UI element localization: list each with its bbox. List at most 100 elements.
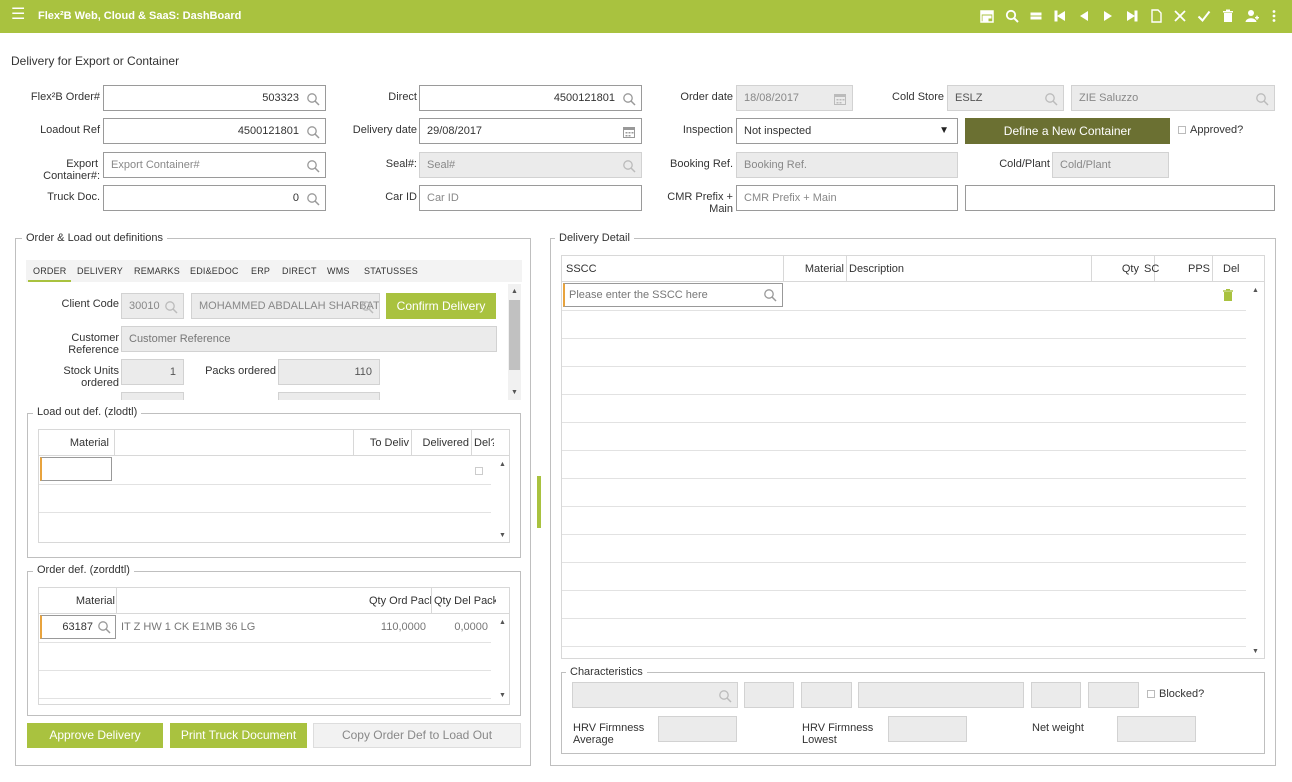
copy-order-def-button[interactable]: Copy Order Def to Load Out — [313, 723, 521, 748]
client-code-value: 30010 — [129, 300, 160, 312]
search-icon[interactable] — [763, 288, 777, 302]
characteristic-field-6 — [1088, 682, 1139, 708]
car-placeholder: Car ID — [427, 192, 459, 204]
stock-units-delivered-field — [121, 392, 184, 400]
tab-order[interactable]: ORDER — [33, 266, 67, 276]
dropdown-arrow-icon[interactable]: ▼ — [939, 119, 949, 143]
tab-erp[interactable]: ERP — [251, 266, 270, 276]
last-icon[interactable] — [1124, 9, 1140, 25]
define-container-button[interactable]: Define a New Container — [965, 118, 1170, 144]
next-icon[interactable] — [1100, 9, 1116, 25]
scroll-down-icon[interactable]: ▼ — [499, 532, 506, 539]
confirm-delivery-button[interactable]: Confirm Delivery — [386, 293, 496, 319]
cold-store-name: ZIE Saluzzo — [1079, 92, 1139, 104]
col-qty-ord-pack[interactable]: Qty Ord Pack — [369, 595, 431, 607]
order-field[interactable]: 503323 — [103, 85, 326, 111]
search-icon[interactable] — [306, 91, 320, 106]
check-icon[interactable] — [1196, 9, 1212, 25]
export-container-input[interactable]: Export Container# — [103, 152, 326, 178]
hrv-average-label-line1: HRV Firmness — [573, 722, 645, 734]
direct-label: Direct — [388, 91, 417, 103]
direct-field[interactable]: 4500121801 — [419, 85, 642, 111]
sscc-input[interactable]: Please enter the SSCC here — [563, 283, 783, 307]
scroll-up-icon[interactable]: ▲ — [499, 461, 506, 468]
active-tab-indicator — [28, 280, 71, 282]
prev-icon[interactable] — [1076, 9, 1092, 25]
col-qty-del-pack[interactable]: Qty Del Pack — [434, 595, 496, 607]
characteristic-field-1 — [572, 682, 738, 708]
stock-units-value: 1 — [169, 366, 176, 378]
order-material-input[interactable]: 63187 — [40, 615, 116, 639]
order-material-value: 63187 — [62, 621, 93, 633]
search-icon[interactable] — [306, 191, 320, 206]
hamburger-menu-icon[interactable]: ☰ — [11, 7, 25, 23]
search-icon[interactable] — [306, 158, 320, 173]
stock-units-label-line1: Stock Units — [63, 365, 119, 377]
cold-store-name-field: ZIE Saluzzo — [1071, 85, 1275, 111]
tab-delivery[interactable]: DELIVERY — [77, 266, 123, 276]
scroll-up-icon[interactable]: ▲ — [1252, 287, 1259, 294]
search-icon[interactable] — [1004, 9, 1020, 25]
calendar-icon[interactable] — [622, 124, 636, 138]
col-material[interactable]: Material — [43, 595, 115, 607]
tab-statusses[interactable]: STATUSSES — [364, 266, 418, 276]
scroll-down-icon[interactable]: ▼ — [1252, 648, 1259, 655]
col-sscc[interactable]: SSCC — [566, 263, 597, 275]
col-to-deliv[interactable]: To Deliv — [355, 437, 409, 449]
scroll-up-icon[interactable]: ▲ — [499, 619, 506, 626]
print-truck-document-button[interactable]: Print Truck Document — [170, 723, 307, 748]
scroll-down-icon[interactable]: ▼ — [511, 389, 518, 396]
more-icon[interactable] — [1266, 9, 1282, 25]
del-checkbox[interactable] — [475, 467, 483, 475]
tab-direct[interactable]: DIRECT — [282, 266, 317, 276]
tab-edi-edoc[interactable]: EDI&EDOC — [190, 266, 239, 276]
tab-remarks[interactable]: REMARKS — [134, 266, 180, 276]
tab-scrollbar-thumb[interactable] — [509, 300, 520, 370]
packs-ordered-value: 110 — [354, 366, 372, 378]
col-material[interactable]: Material — [43, 437, 109, 449]
loadout-field[interactable]: 4500121801 — [103, 118, 326, 144]
equals-icon[interactable] — [1028, 9, 1044, 25]
customer-ref-label-line2: Reference — [68, 344, 119, 356]
col-del[interactable]: Del? — [474, 437, 494, 449]
search-icon[interactable] — [97, 620, 111, 634]
panel-splitter-handle[interactable] — [537, 476, 541, 528]
order-def-legend: Order def. (zorddtl) — [33, 564, 134, 576]
order-qty-del: 0,0000 — [454, 621, 488, 633]
delivery-date-field[interactable]: 29/08/2017 — [419, 118, 642, 144]
col-description[interactable]: Description — [849, 263, 904, 275]
loadout-material-input[interactable] — [40, 457, 112, 481]
col-qty[interactable]: Qty — [1094, 263, 1139, 275]
truck-field[interactable]: 0 — [103, 185, 326, 211]
tab-wms[interactable]: WMS — [327, 266, 350, 276]
client-name-value: MOHAMMED ABDALLAH SHARBATLY — [199, 300, 380, 312]
scroll-down-icon[interactable]: ▼ — [499, 692, 506, 699]
characteristic-field-5 — [1031, 682, 1081, 708]
col-material[interactable]: Material — [785, 263, 844, 275]
col-del[interactable]: Del — [1223, 263, 1240, 275]
cmr-extra-input[interactable] — [965, 185, 1275, 211]
trash-icon[interactable] — [1222, 289, 1234, 301]
search-icon[interactable] — [622, 91, 636, 106]
delete-icon[interactable] — [1220, 9, 1236, 25]
close-icon[interactable] — [1172, 9, 1188, 25]
approve-delivery-button[interactable]: Approve Delivery — [27, 723, 163, 748]
col-pps[interactable]: PPS — [1157, 263, 1210, 275]
approved-checkbox[interactable] — [1178, 126, 1186, 134]
new-doc-icon[interactable] — [1148, 9, 1164, 25]
search-icon[interactable] — [306, 124, 320, 139]
booking-input: Booking Ref. — [736, 152, 958, 178]
scroll-up-icon[interactable]: ▲ — [511, 288, 518, 295]
calendar-icon[interactable] — [979, 9, 995, 25]
customer-ref-placeholder: Customer Reference — [129, 333, 231, 345]
first-icon[interactable] — [1052, 9, 1068, 25]
cmr-input[interactable]: CMR Prefix + Main — [736, 185, 958, 211]
user-icon[interactable] — [1244, 9, 1260, 25]
car-input[interactable]: Car ID — [419, 185, 642, 211]
col-delivered[interactable]: Delivered — [413, 437, 469, 449]
net-weight-label: Net weight — [1032, 722, 1084, 734]
inspection-select[interactable]: Not inspected ▼ — [736, 118, 958, 144]
hrv-average-label-line2: Average — [573, 734, 614, 746]
order-value: 503323 — [262, 92, 299, 104]
blocked-checkbox[interactable] — [1147, 690, 1155, 698]
